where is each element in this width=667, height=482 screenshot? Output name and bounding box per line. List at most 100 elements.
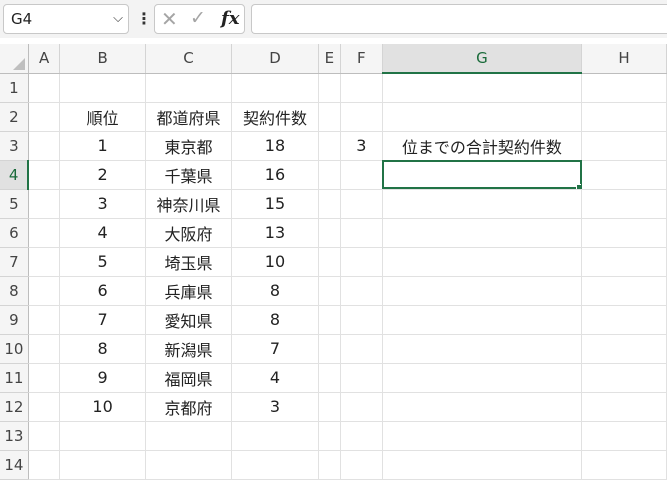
cell-b10[interactable]: 8 bbox=[59, 334, 146, 364]
cell-f5[interactable] bbox=[340, 189, 383, 219]
cell-c3[interactable]: 東京都 bbox=[145, 131, 233, 161]
cell-g1[interactable] bbox=[382, 73, 583, 103]
cell-d6[interactable]: 13 bbox=[231, 218, 319, 248]
cell-f12[interactable] bbox=[340, 392, 383, 422]
cell-f8[interactable] bbox=[340, 276, 383, 306]
cell-c11[interactable]: 福岡県 bbox=[145, 363, 233, 393]
more-options-icon[interactable]: ⋮ bbox=[136, 8, 152, 30]
column-header-d[interactable]: D bbox=[231, 44, 319, 74]
cell-h12[interactable] bbox=[581, 392, 667, 422]
cell-a3[interactable] bbox=[28, 131, 61, 161]
select-all-corner[interactable] bbox=[0, 44, 29, 74]
cell-a12[interactable] bbox=[28, 392, 61, 422]
cell-a6[interactable] bbox=[28, 218, 61, 248]
row-header-4[interactable]: 4 bbox=[0, 160, 30, 190]
cell-e6[interactable] bbox=[318, 218, 341, 248]
cell-e13[interactable] bbox=[318, 421, 341, 451]
cell-f6[interactable] bbox=[340, 218, 383, 248]
cell-b13[interactable] bbox=[59, 421, 146, 451]
cell-g9[interactable] bbox=[382, 305, 583, 335]
cell-e7[interactable] bbox=[318, 247, 341, 277]
formula-input[interactable] bbox=[251, 4, 667, 34]
cell-b5[interactable]: 3 bbox=[59, 189, 146, 219]
cell-c14[interactable] bbox=[145, 450, 233, 480]
cell-b4[interactable]: 2 bbox=[59, 160, 146, 190]
cell-g4[interactable] bbox=[382, 160, 583, 190]
row-header-1[interactable]: 1 bbox=[0, 73, 29, 103]
cell-a5[interactable] bbox=[28, 189, 61, 219]
cell-f4[interactable] bbox=[340, 160, 383, 190]
cell-h11[interactable] bbox=[581, 363, 667, 393]
cell-c7[interactable]: 埼玉県 bbox=[145, 247, 233, 277]
cell-d10[interactable]: 7 bbox=[231, 334, 319, 364]
row-header-11[interactable]: 11 bbox=[0, 363, 29, 393]
cell-h14[interactable] bbox=[581, 450, 667, 480]
cell-c10[interactable]: 新潟県 bbox=[145, 334, 233, 364]
cell-f9[interactable] bbox=[340, 305, 383, 335]
column-header-g[interactable]: G bbox=[382, 44, 583, 74]
cell-g8[interactable] bbox=[382, 276, 583, 306]
cell-f7[interactable] bbox=[340, 247, 383, 277]
cell-h7[interactable] bbox=[581, 247, 667, 277]
cell-f11[interactable] bbox=[340, 363, 383, 393]
cell-a2[interactable] bbox=[28, 102, 61, 132]
cell-h10[interactable] bbox=[581, 334, 667, 364]
cell-d13[interactable] bbox=[231, 421, 319, 451]
cell-e8[interactable] bbox=[318, 276, 341, 306]
cell-b2[interactable]: 順位 bbox=[59, 102, 146, 132]
check-icon[interactable]: ✓ bbox=[190, 7, 206, 29]
cancel-icon[interactable]: ✕ bbox=[161, 7, 178, 31]
row-header-8[interactable]: 8 bbox=[0, 276, 29, 306]
insert-function-icon[interactable]: fx bbox=[221, 8, 239, 29]
cell-f2[interactable] bbox=[340, 102, 383, 132]
cell-g11[interactable] bbox=[382, 363, 583, 393]
cell-d1[interactable] bbox=[231, 73, 319, 103]
cell-c4[interactable]: 千葉県 bbox=[145, 160, 233, 190]
cell-a4[interactable] bbox=[28, 160, 61, 190]
cell-a1[interactable] bbox=[28, 73, 61, 103]
cell-a7[interactable] bbox=[28, 247, 61, 277]
cell-b3[interactable]: 1 bbox=[59, 131, 146, 161]
column-header-e[interactable]: E bbox=[318, 44, 341, 74]
cell-d14[interactable] bbox=[231, 450, 319, 480]
cell-b12[interactable]: 10 bbox=[59, 392, 146, 422]
cell-d5[interactable]: 15 bbox=[231, 189, 319, 219]
cell-c13[interactable] bbox=[145, 421, 233, 451]
cell-a14[interactable] bbox=[28, 450, 61, 480]
cell-h5[interactable] bbox=[581, 189, 667, 219]
row-header-13[interactable]: 13 bbox=[0, 421, 29, 451]
row-header-6[interactable]: 6 bbox=[0, 218, 29, 248]
cell-f3[interactable]: 3 bbox=[340, 131, 383, 161]
row-header-9[interactable]: 9 bbox=[0, 305, 29, 335]
row-header-14[interactable]: 14 bbox=[0, 450, 29, 480]
cell-d12[interactable]: 3 bbox=[231, 392, 319, 422]
cell-g3[interactable]: 位までの合計契約件数 bbox=[382, 131, 583, 161]
row-header-7[interactable]: 7 bbox=[0, 247, 29, 277]
cell-e5[interactable] bbox=[318, 189, 341, 219]
cell-d7[interactable]: 10 bbox=[231, 247, 319, 277]
row-header-2[interactable]: 2 bbox=[0, 102, 29, 132]
cell-h3[interactable] bbox=[581, 131, 667, 161]
column-header-c[interactable]: C bbox=[145, 44, 233, 74]
cell-d4[interactable]: 16 bbox=[231, 160, 319, 190]
cell-g5[interactable] bbox=[382, 189, 583, 219]
row-header-12[interactable]: 12 bbox=[0, 392, 29, 422]
cell-e3[interactable] bbox=[318, 131, 341, 161]
cell-f1[interactable] bbox=[340, 73, 383, 103]
cell-a11[interactable] bbox=[28, 363, 61, 393]
cell-g13[interactable] bbox=[382, 421, 583, 451]
cell-c8[interactable]: 兵庫県 bbox=[145, 276, 233, 306]
cell-h1[interactable] bbox=[581, 73, 667, 103]
cell-c9[interactable]: 愛知県 bbox=[145, 305, 233, 335]
cell-d9[interactable]: 8 bbox=[231, 305, 319, 335]
cell-b14[interactable] bbox=[59, 450, 146, 480]
cell-g14[interactable] bbox=[382, 450, 583, 480]
row-header-3[interactable]: 3 bbox=[0, 131, 29, 161]
row-header-10[interactable]: 10 bbox=[0, 334, 29, 364]
cell-c1[interactable] bbox=[145, 73, 233, 103]
chevron-down-icon[interactable]: ⌵ bbox=[113, 5, 123, 33]
cell-g12[interactable] bbox=[382, 392, 583, 422]
name-box[interactable]: G4 ⌵ bbox=[3, 4, 129, 34]
cell-b7[interactable]: 5 bbox=[59, 247, 146, 277]
cell-h8[interactable] bbox=[581, 276, 667, 306]
